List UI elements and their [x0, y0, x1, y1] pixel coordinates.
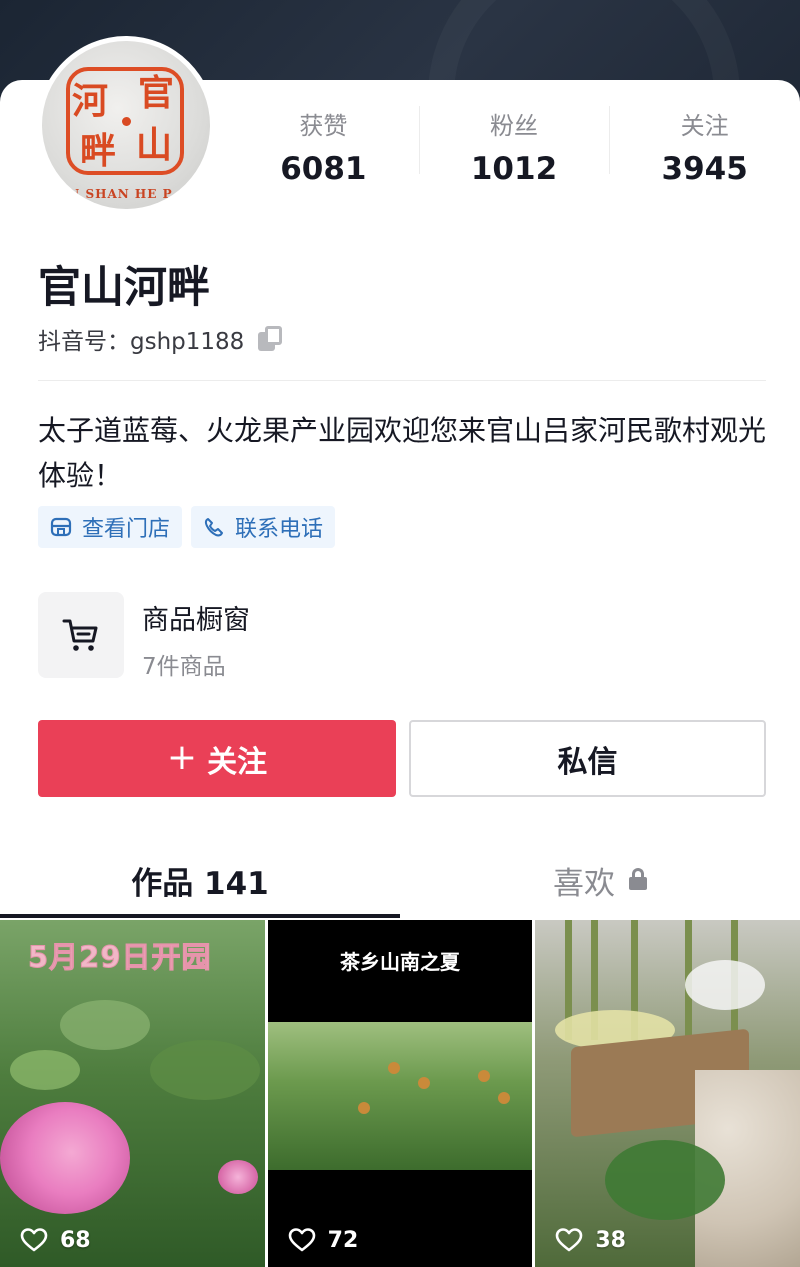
video-like-count: 68: [20, 1227, 91, 1253]
avatar-caption: AN SHAN HE P: [58, 187, 173, 201]
like-count: 72: [327, 1227, 359, 1253]
like-count: 68: [60, 1227, 91, 1253]
stats-bar: 获赞 6081 粉丝 1012 关注 3945: [228, 100, 800, 187]
like-count: 38: [595, 1227, 626, 1253]
video-thumbnail-detail: [685, 960, 766, 1010]
message-button[interactable]: 私信: [409, 720, 766, 797]
copy-icon[interactable]: [258, 326, 284, 352]
tab-likes[interactable]: 喜欢: [400, 838, 800, 918]
heart-icon: [20, 1228, 48, 1252]
video-thumbnail-detail: [387, 1062, 400, 1074]
video-like-count: 38: [555, 1227, 626, 1253]
shop-window-icon-box[interactable]: [38, 592, 124, 678]
video-thumbnail: [267, 1022, 533, 1170]
video-thumbnail-detail: [477, 1070, 490, 1082]
video-thumbnail-detail: [0, 1102, 130, 1214]
stat-value: 3945: [661, 151, 748, 187]
video-grid: 5月29日开园 68 茶乡山南之夏 72 38: [0, 920, 800, 1267]
tab-label: 喜欢: [553, 866, 615, 902]
video-thumbnail-detail: [605, 1140, 726, 1220]
stat-fans[interactable]: 粉丝 1012: [418, 100, 610, 187]
video-thumbnail-detail: [150, 1040, 260, 1100]
avatar-image: 河 官 畔 山 AN SHAN HE P: [42, 41, 210, 209]
contact-phone-button[interactable]: 联系电话: [191, 506, 336, 548]
video-overlay-text: 茶乡山南之夏: [340, 950, 460, 974]
avatar-char: 河: [72, 80, 109, 122]
avatar-char: 山: [136, 124, 173, 166]
stat-label: 关注: [680, 112, 729, 140]
shop-window-title[interactable]: 商品橱窗: [142, 598, 250, 637]
shop-window-count: 7件商品: [142, 654, 226, 680]
view-store-button[interactable]: 查看门店: [38, 506, 183, 548]
heart-icon: [288, 1228, 315, 1252]
stat-value: 6081: [280, 151, 367, 187]
avatar-char: 畔: [80, 130, 117, 172]
video-tile[interactable]: 5月29日开园 68: [0, 920, 265, 1267]
stat-likes[interactable]: 获赞 6081: [228, 100, 419, 187]
video-tile[interactable]: 茶乡山南之夏 72: [267, 920, 533, 1267]
cart-icon: [62, 619, 98, 651]
store-icon: [50, 517, 72, 537]
profile-chips: 查看门店 联系电话: [38, 506, 336, 548]
divider: [38, 380, 766, 381]
chip-label: 联系电话: [235, 517, 324, 542]
stat-value: 1012: [470, 151, 558, 187]
video-thumbnail-detail: [417, 1077, 430, 1089]
stat-label: 获赞: [299, 112, 348, 140]
plus-icon: +: [166, 736, 198, 778]
follow-label: 关注: [207, 744, 268, 780]
video-thumbnail-detail: [10, 1050, 80, 1090]
profile-bio: 太子道蓝莓、火龙果产业园欢迎您来官山吕家河民歌村观光体验！: [38, 414, 767, 492]
heart-icon: [556, 1228, 583, 1252]
follow-button[interactable]: + 关注: [38, 720, 396, 797]
video-thumbnail-detail: [60, 1000, 150, 1050]
douyin-id-row: 抖音号：gshp1188: [38, 322, 284, 356]
video-thumbnail-detail: [497, 1092, 510, 1104]
avatar-dot: [122, 117, 131, 126]
video-thumbnail-detail: [357, 1102, 370, 1114]
tab-works[interactable]: 作品 141: [0, 838, 400, 918]
chip-label: 查看门店: [82, 517, 171, 542]
tab-label: 作品 141: [131, 866, 269, 902]
stat-following[interactable]: 关注 3945: [609, 100, 800, 187]
douyin-id: 抖音号：gshp1188: [38, 329, 245, 355]
video-overlay-text: 5月29日开园: [28, 940, 212, 975]
profile-name: 官山河畔: [38, 263, 210, 313]
video-tile[interactable]: 38: [535, 920, 800, 1267]
avatar[interactable]: 河 官 畔 山 AN SHAN HE P: [37, 36, 215, 214]
video-thumbnail-detail: [218, 1160, 258, 1194]
avatar-char: 官: [138, 72, 175, 114]
profile-tabs: 作品 141 喜欢: [0, 838, 800, 918]
phone-icon: [204, 518, 224, 537]
stat-label: 粉丝: [490, 112, 538, 140]
message-label: 私信: [557, 744, 618, 780]
video-like-count: 72: [288, 1227, 359, 1253]
lock-icon: [629, 868, 647, 890]
